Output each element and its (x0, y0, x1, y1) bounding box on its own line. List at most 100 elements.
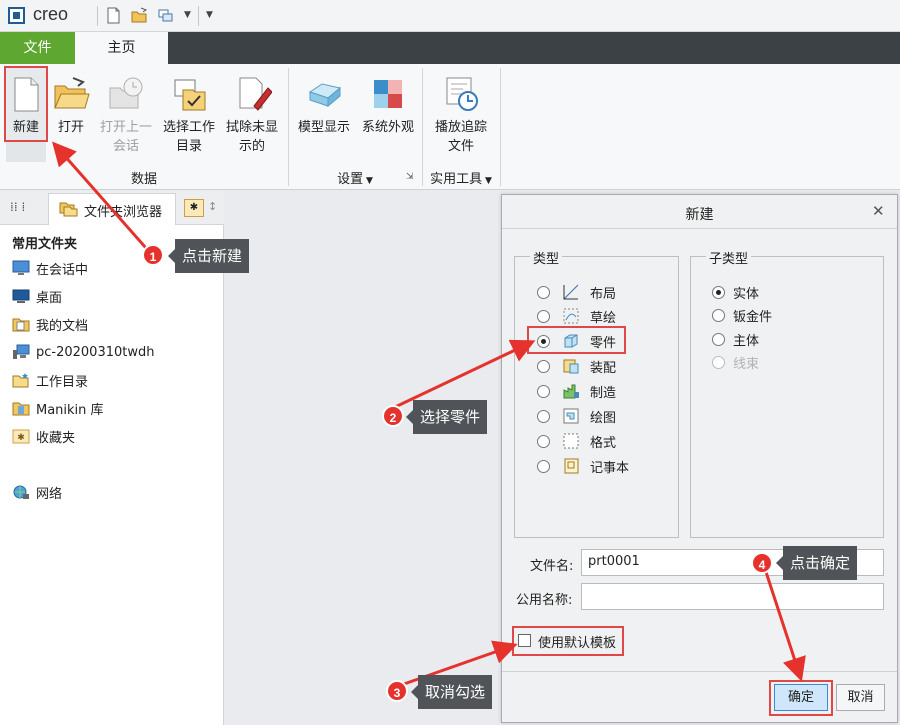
common-name-field[interactable] (581, 583, 884, 610)
layout-icon (563, 284, 579, 300)
app-logo-text: creo (33, 4, 69, 24)
library-folder-icon (12, 402, 30, 416)
panel-more-icon[interactable]: ↕ (208, 200, 217, 213)
dialog-title: 新建 (685, 207, 714, 223)
model-display-icon (308, 83, 342, 108)
model-display-button[interactable]: 模型显示 (292, 66, 356, 164)
erase-not-displayed-label-1: 拭除未显 (225, 120, 278, 135)
select-working-directory-button[interactable]: 选择工作 目录 (158, 66, 220, 164)
favorites-tab-icon[interactable]: ✱ (184, 199, 204, 217)
radio-button[interactable] (537, 309, 550, 323)
toolbar-divider (198, 6, 199, 26)
folder-item-network[interactable]: 网络 (12, 481, 62, 503)
filename-label: 文件名: (530, 559, 574, 574)
radio-button-selected[interactable] (712, 285, 725, 299)
type-option-manufacturing[interactable]: 制造 (537, 380, 616, 402)
type-label: 记事本 (590, 460, 630, 476)
new-file-icon[interactable] (104, 6, 123, 25)
new-button[interactable]: 新建 (4, 66, 48, 142)
close-icon[interactable]: ✕ (872, 202, 885, 220)
tab-home[interactable]: 主页 (75, 32, 168, 65)
folder-item-label: 收藏夹 (36, 430, 76, 446)
type-groupbox-label: 类型 (530, 248, 563, 267)
assembly-icon (563, 359, 579, 374)
ribbon-group-divider (422, 68, 423, 186)
open-last-session-label-1: 打开上一 (99, 120, 152, 135)
group-utilities-text: 实用工具 (430, 172, 483, 187)
open-folder-icon (54, 77, 90, 109)
type-label: 制造 (590, 385, 617, 401)
subtype-option-bulk[interactable]: 主体 (712, 328, 759, 350)
ok-button[interactable]: 确定 (774, 684, 828, 711)
settings-launcher-icon[interactable]: ⇲ (406, 172, 414, 182)
system-appearance-button[interactable]: 系统外观 (356, 66, 420, 164)
window-dropdown-icon[interactable]: ▼ (184, 10, 191, 20)
radio-button[interactable] (712, 308, 725, 322)
subtype-option-sheetmetal[interactable]: 钣金件 (712, 304, 772, 326)
open-button-label: 打开 (57, 120, 84, 135)
folder-item-manikin-library[interactable]: Manikin 库 (12, 397, 104, 419)
window-icon[interactable] (156, 6, 175, 25)
notebook-icon (564, 458, 579, 474)
group-settings-label[interactable]: 设置 ▼ (290, 168, 420, 187)
radio-button[interactable] (537, 384, 550, 398)
radio-button[interactable] (537, 359, 550, 373)
play-trail-file-label-1: 播放追踪 (434, 120, 487, 135)
system-appearance-icon (374, 80, 402, 108)
group-data-label: 数据 (130, 172, 157, 187)
ribbon-group-divider (288, 68, 289, 186)
folder-item-in-session[interactable]: 在会话中 (12, 257, 88, 279)
type-option-sketch[interactable]: 草绘 (537, 305, 616, 327)
erase-not-displayed-button[interactable]: 拭除未显 示的 (220, 66, 284, 164)
type-label: 草绘 (590, 310, 617, 326)
subtype-option-solid[interactable]: 实体 (712, 281, 759, 303)
desktop-icon (12, 289, 30, 303)
favorites-folder-icon: ✱ (12, 429, 30, 444)
folder-item-my-documents[interactable]: 我的文档 (12, 313, 88, 335)
manufacturing-icon (563, 384, 579, 399)
open-button[interactable]: 打开 (46, 66, 96, 164)
folder-browser-tab-label: 文件夹浏览器 (84, 205, 163, 220)
type-option-notebook[interactable]: 记事本 (537, 455, 629, 477)
radio-button[interactable] (537, 434, 550, 448)
folder-item-favorites[interactable]: ✱ 收藏夹 (12, 425, 75, 447)
new-button-label: 新建 (12, 120, 39, 135)
cancel-button[interactable]: 取消 (836, 684, 885, 711)
tab-file[interactable]: 文件 (0, 32, 75, 64)
model-tree-tab-icon[interactable]: ⁞⁞ ⁞ (10, 200, 25, 214)
type-option-assembly[interactable]: 装配 (537, 355, 616, 377)
open-folder-icon[interactable] (130, 6, 149, 25)
group-settings-text: 设置 (337, 172, 364, 187)
radio-button[interactable] (712, 332, 725, 346)
new-button-dropdown-area[interactable] (6, 142, 46, 162)
part-highlight-box (527, 326, 626, 354)
type-option-drawing[interactable]: 绘图 (537, 405, 616, 427)
type-label: 布局 (590, 286, 617, 302)
ribbon-group-divider (500, 68, 501, 186)
type-option-layout[interactable]: 布局 (537, 281, 616, 303)
computer-icon (13, 344, 30, 359)
documents-folder-icon (12, 318, 30, 332)
dialog-footer-divider (502, 671, 897, 672)
customize-toolbar-icon[interactable]: ▼ (206, 10, 213, 20)
type-option-format[interactable]: 格式 (537, 430, 616, 452)
folder-item-desktop[interactable]: 桌面 (12, 285, 62, 307)
format-icon (563, 433, 579, 449)
open-last-session-button[interactable]: 打开上一 会话 (94, 66, 158, 164)
folder-item-label: 我的文档 (36, 318, 89, 334)
play-trail-file-button[interactable]: 播放追踪 文件 (428, 66, 494, 164)
system-appearance-label: 系统外观 (361, 120, 414, 135)
select-working-directory-icon (174, 79, 206, 111)
subtype-label: 主体 (733, 333, 760, 349)
group-utilities-label[interactable]: 实用工具 ▼ (424, 168, 498, 187)
new-document-icon (14, 77, 39, 112)
radio-button[interactable] (537, 409, 550, 423)
radio-button[interactable] (537, 459, 550, 473)
use-default-template-checkbox[interactable] (518, 634, 531, 647)
radio-button[interactable] (537, 285, 550, 299)
open-last-session-label-2: 会话 (112, 139, 139, 154)
folder-item-computer[interactable]: pc-20200310twdh (12, 341, 154, 363)
sketch-icon (563, 308, 579, 324)
network-icon (13, 485, 29, 499)
folder-item-working-directory[interactable]: 工作目录 (12, 369, 88, 391)
